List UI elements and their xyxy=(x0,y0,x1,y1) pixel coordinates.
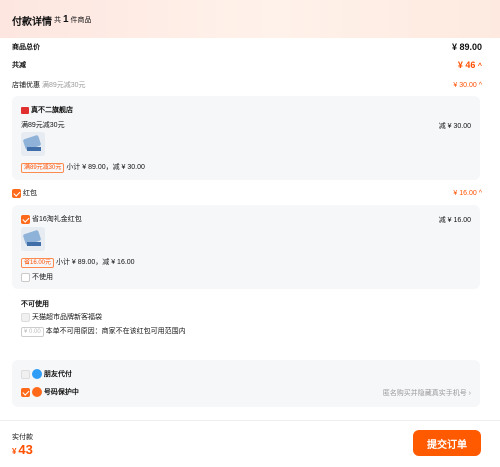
privacy-note: 匿名购买并隐藏真实手机号 xyxy=(382,390,467,397)
pay-amount-group: ¥ 43 xyxy=(12,442,33,457)
not-use-label: 不使用 xyxy=(31,274,53,281)
page-title: 付款详情 xyxy=(12,17,52,28)
hongbao-item-row[interactable]: 省16淘礼金红包 xyxy=(21,214,82,224)
unusable-tag: ¥ 0.00 xyxy=(21,327,44,337)
chevron-up-icon[interactable]: ^ xyxy=(478,63,482,70)
pay-amount: 43 xyxy=(18,442,33,457)
unusable-item-2: ¥ 0.00 本单不可用原因：商家不在该红包可用范围内 xyxy=(21,326,186,337)
hongbao-checkbox[interactable] xyxy=(12,188,21,198)
not-use-row[interactable]: 不使用 xyxy=(21,272,53,282)
submit-order-button[interactable]: 提交订单 xyxy=(413,430,481,456)
hongbao-row[interactable]: 红包 ¥ 16.00 ^ xyxy=(12,188,482,198)
pay-currency: ¥ xyxy=(12,447,17,456)
pay-label: 实付款 xyxy=(12,434,33,441)
count-prefix: 共 xyxy=(54,17,61,24)
shop-promo-tag: 满89元减30元 xyxy=(21,163,65,173)
unusable-item-1: 天猫超市品牌新客福袋 xyxy=(21,312,102,322)
header-bar: 付款详情 共 1 件商品 xyxy=(0,0,500,38)
hongbao-label: 红包 xyxy=(22,190,37,197)
friend-pay-label: 朋友代付 xyxy=(43,371,72,378)
count-number: 1 xyxy=(62,14,69,25)
unusable-item-2-label: 本单不可用原因：商家不在该红包可用范围内 xyxy=(45,328,186,335)
shop-subtotal: 小计 ¥ 89.00，减 ¥ 30.00 xyxy=(66,164,145,171)
hongbao-group: 红包 xyxy=(12,188,37,198)
hongbao-tag: 省16.00元 xyxy=(21,258,55,268)
privacy-checkbox[interactable] xyxy=(21,387,30,397)
privacy-row[interactable]: 号码保护中 xyxy=(21,387,79,398)
item-count: 共 1 件商品 xyxy=(54,14,91,25)
shop-name-row: 真不二旗舰店 xyxy=(21,105,73,115)
hongbao-value: ¥ 16.00 xyxy=(453,189,477,197)
hongbao-item-label: 省16淘礼金红包 xyxy=(31,216,82,223)
friend-pay-row[interactable]: 朋友代付 xyxy=(21,369,72,380)
hongbao-card: 省16淘礼金红包 减 ¥ 16.00 省16.00元 小计 ¥ 89.00，减 … xyxy=(12,205,480,289)
total-row: 商品总价 ¥ 89.00 xyxy=(12,42,482,52)
discount-value: ¥ 46 xyxy=(457,60,476,70)
shop-subtotal-row: 满89元减30元 小计 ¥ 89.00，减 ¥ 30.00 xyxy=(21,162,145,173)
discount-label: 共减 xyxy=(12,62,26,69)
shop-promo-note: 满89元减30元 xyxy=(41,82,86,89)
shield-icon xyxy=(31,387,42,398)
shop-promo-row[interactable]: 店铺优惠 满89元减30元 ¥ 30.00 ^ xyxy=(12,80,482,90)
shop-logo-icon xyxy=(21,106,29,114)
hongbao-item-checkbox[interactable] xyxy=(21,214,30,224)
privacy-label: 号码保护中 xyxy=(43,389,79,396)
hongbao-subtotal: 小计 ¥ 89.00，减 ¥ 16.00 xyxy=(55,259,135,266)
shop-promo-label: 店铺优惠 xyxy=(12,82,40,89)
shop-promo-value-group: ¥ 30.00 ^ xyxy=(453,82,482,89)
unusable-checkbox xyxy=(21,312,30,322)
shop-promo-text: 满89元减30元 xyxy=(21,122,65,129)
chevron-up-icon[interactable]: ^ xyxy=(479,82,482,89)
total-value: ¥ 89.00 xyxy=(451,42,482,52)
shop-card: 真不二旗舰店 满89元减30元 减 ¥ 30.00 满89元减30元 小计 ¥ … xyxy=(12,96,480,180)
product-thumbnail xyxy=(21,227,45,251)
hongbao-subtotal-row: 省16.00元 小计 ¥ 89.00，减 ¥ 16.00 xyxy=(21,257,135,268)
shop-name: 真不二旗舰店 xyxy=(30,107,73,114)
shop-promo-group: 店铺优惠 满89元减30元 xyxy=(12,80,86,90)
payment-detail-panel: 付款详情 共 1 件商品 商品总价 ¥ 89.00 共减 ¥ 46 ^ 店铺优惠… xyxy=(0,0,500,467)
friend-pay-checkbox[interactable] xyxy=(21,369,30,379)
unusable-title: 不可使用 xyxy=(21,301,49,308)
discount-value-group: ¥ 46 ^ xyxy=(458,60,482,70)
chevron-up-icon[interactable]: ^ xyxy=(479,190,482,197)
not-use-checkbox[interactable] xyxy=(21,272,30,282)
hongbao-value-group: ¥ 16.00 ^ xyxy=(453,190,482,197)
privacy-note-group[interactable]: 匿名购买并隐藏真实手机号 › xyxy=(383,388,471,398)
hongbao-item-reduce: 减 ¥ 16.00 xyxy=(438,217,471,224)
chevron-right-icon: › xyxy=(468,390,471,397)
friend-pay-icon xyxy=(31,369,42,380)
footer-divider xyxy=(0,420,500,421)
count-suffix: 件商品 xyxy=(70,17,92,24)
unusable-item-1-label: 天猫超市品牌新客福袋 xyxy=(31,314,102,321)
product-thumbnail xyxy=(21,132,45,156)
total-label: 商品总价 xyxy=(12,44,40,51)
shop-reduce: 减 ¥ 30.00 xyxy=(438,123,471,130)
discount-row[interactable]: 共减 ¥ 46 ^ xyxy=(12,60,482,70)
options-card: 朋友代付 号码保护中 匿名购买并隐藏真实手机号 › xyxy=(12,360,480,407)
shop-promo-value: ¥ 30.00 xyxy=(453,81,477,89)
